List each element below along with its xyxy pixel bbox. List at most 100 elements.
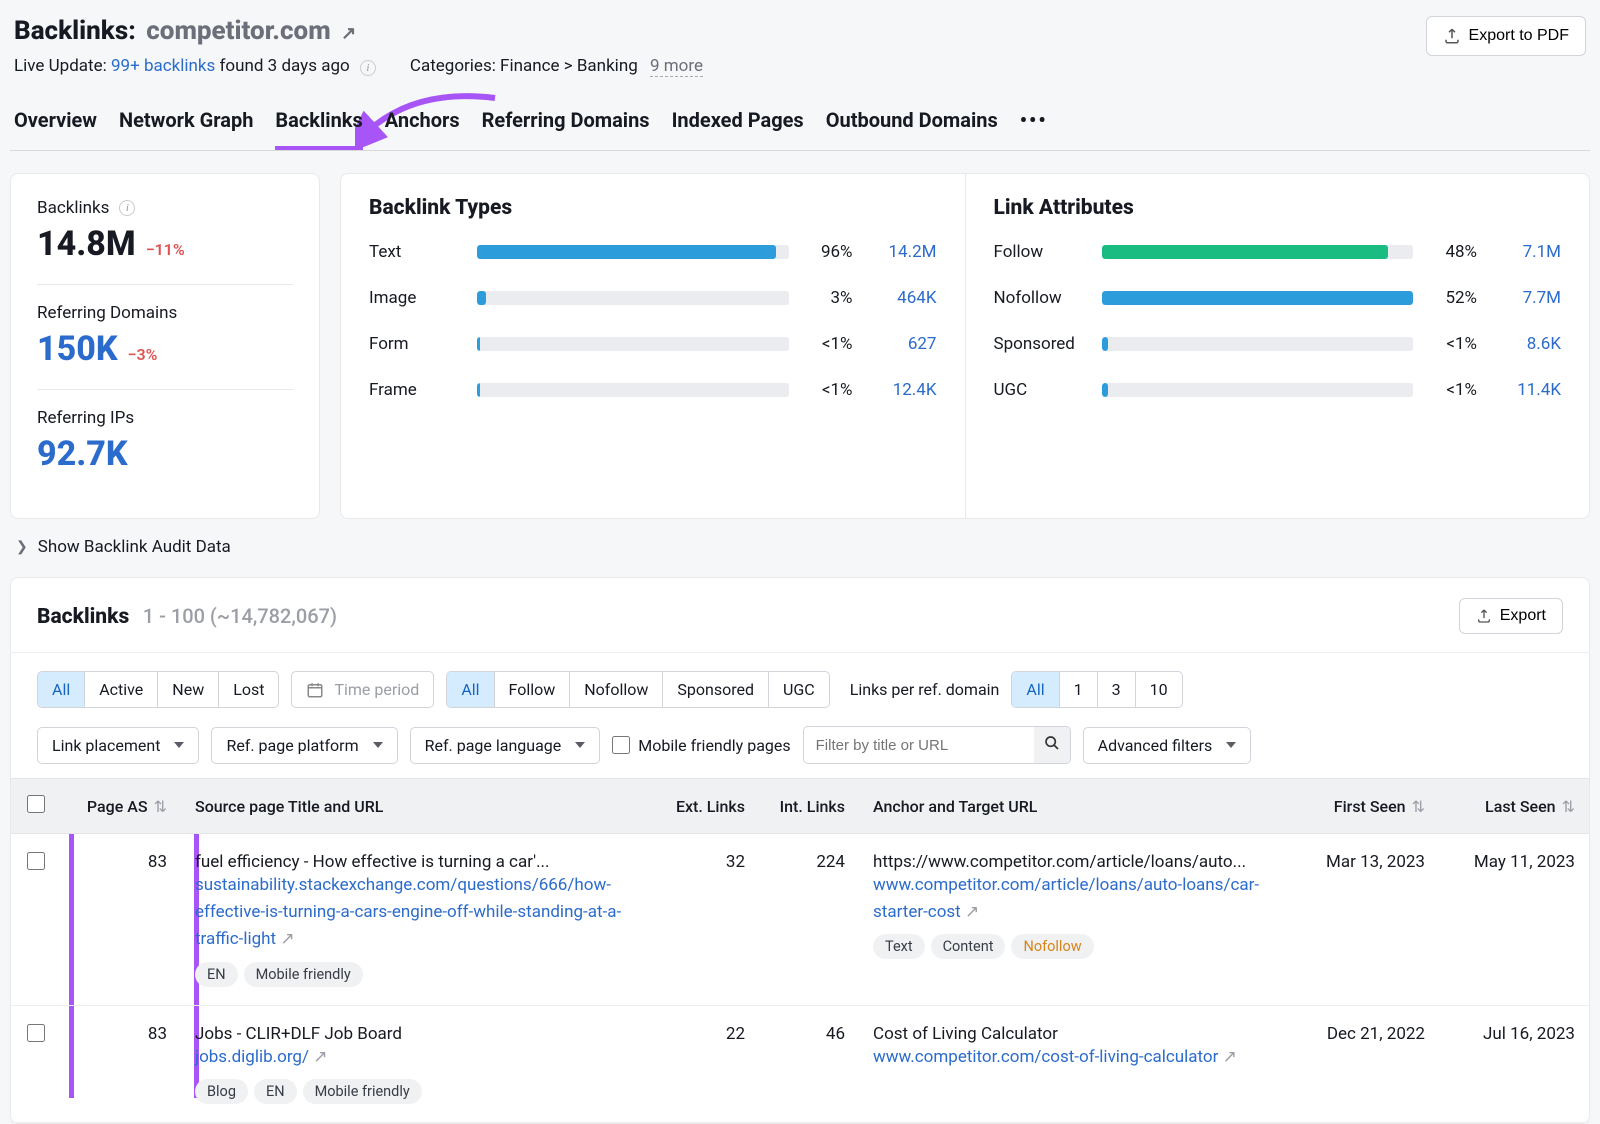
stat-row: Image 3% 464K bbox=[369, 288, 937, 308]
sort-icon: ⇅ bbox=[1562, 797, 1575, 816]
backlinks-table-title: Backlinks bbox=[37, 605, 129, 629]
seg-option[interactable]: All bbox=[447, 672, 494, 707]
export-button[interactable]: Export bbox=[1459, 598, 1563, 634]
col-anchor[interactable]: Anchor and Target URL bbox=[859, 779, 1289, 834]
stat-row: Form <1% 627 bbox=[369, 334, 937, 354]
links-per-domain-filter[interactable]: All1310 bbox=[1011, 671, 1182, 708]
info-icon[interactable]: i bbox=[360, 60, 376, 76]
target-url-link[interactable]: www.competitor.com/cost-of-living-calcul… bbox=[873, 1047, 1218, 1067]
row-checkbox[interactable] bbox=[27, 852, 45, 870]
seg-option[interactable]: Lost bbox=[219, 672, 278, 707]
follow-filter[interactable]: AllFollowNofollowSponsoredUGC bbox=[446, 671, 829, 708]
tab-backlinks[interactable]: Backlinks bbox=[275, 108, 362, 150]
stat-count-link[interactable]: 7.1M bbox=[1497, 242, 1561, 262]
seg-option[interactable]: UGC bbox=[769, 672, 829, 707]
tab-referring-domains[interactable]: Referring Domains bbox=[482, 108, 650, 150]
cell-last-seen: May 11, 2023 bbox=[1439, 834, 1589, 1006]
seg-option[interactable]: Sponsored bbox=[663, 672, 769, 707]
ref-language-dropdown[interactable]: Ref. page language bbox=[410, 727, 601, 764]
stat-count-link[interactable]: 11.4K bbox=[1497, 380, 1561, 400]
advanced-filters-dropdown[interactable]: Advanced filters bbox=[1083, 727, 1252, 764]
chevron-down-icon bbox=[1226, 742, 1236, 748]
seg-option[interactable]: 1 bbox=[1060, 672, 1098, 707]
chevron-down-icon bbox=[373, 742, 383, 748]
tabs: Overview Network Graph Backlinks Anchors Ref… bbox=[10, 108, 1590, 151]
search-input[interactable] bbox=[804, 728, 1034, 763]
tag-pill: EN bbox=[254, 1079, 297, 1104]
stat-label: Follow bbox=[994, 242, 1082, 262]
stat-row: Follow 48% 7.1M bbox=[994, 242, 1562, 262]
tab-overview[interactable]: Overview bbox=[14, 108, 97, 150]
categories: Categories: Finance > Banking 9 more bbox=[410, 56, 703, 76]
col-source[interactable]: Source page Title and URL bbox=[181, 779, 659, 834]
tab-network-graph[interactable]: Network Graph bbox=[119, 108, 253, 150]
stat-count-link[interactable]: 12.4K bbox=[873, 380, 937, 400]
seg-option[interactable]: Follow bbox=[495, 672, 571, 707]
stat-pct: 48% bbox=[1433, 242, 1477, 262]
external-link-icon[interactable]: ↗ bbox=[341, 23, 356, 44]
seg-option[interactable]: 3 bbox=[1098, 672, 1136, 707]
stat-count-link[interactable]: 7.7M bbox=[1497, 288, 1561, 308]
more-tabs-button[interactable]: ••• bbox=[1020, 108, 1048, 150]
time-period-filter[interactable]: Time period bbox=[291, 671, 434, 708]
backlinks-found-link[interactable]: 99+ backlinks bbox=[111, 56, 215, 76]
stat-count-link[interactable]: 8.6K bbox=[1497, 334, 1561, 354]
seg-option[interactable]: All bbox=[1012, 672, 1059, 707]
stat-row: Text 96% 14.2M bbox=[369, 242, 937, 262]
seg-option[interactable]: Active bbox=[85, 672, 158, 707]
metric-ref-ips-value[interactable]: 92.7K bbox=[37, 434, 128, 474]
target-url-link[interactable]: www.competitor.com/article/loans/auto-lo… bbox=[873, 875, 1259, 922]
stat-label: Frame bbox=[369, 380, 457, 400]
cell-ext-links: 32 bbox=[659, 834, 759, 1006]
external-link-icon[interactable]: ↗ bbox=[280, 929, 294, 949]
tab-indexed-pages[interactable]: Indexed Pages bbox=[672, 108, 804, 150]
ref-platform-dropdown[interactable]: Ref. page platform bbox=[211, 727, 397, 764]
export-pdf-button[interactable]: Export to PDF bbox=[1426, 16, 1586, 56]
page-title: Backlinks: competitor.com ↗ bbox=[14, 16, 703, 46]
stat-pct: <1% bbox=[1433, 334, 1477, 354]
col-first-seen[interactable]: First Seen⇅ bbox=[1289, 779, 1439, 834]
tab-outbound-domains[interactable]: Outbound Domains bbox=[826, 108, 998, 150]
tag-pill: Blog bbox=[195, 1079, 248, 1104]
source-title: fuel efficiency - How effective is turni… bbox=[195, 852, 645, 872]
status-filter[interactable]: AllActiveNewLost bbox=[37, 671, 279, 708]
show-audit-toggle[interactable]: ❯ Show Backlink Audit Data bbox=[10, 537, 1590, 557]
tab-anchors[interactable]: Anchors bbox=[385, 108, 460, 150]
seg-option[interactable]: New bbox=[158, 672, 219, 707]
seg-option[interactable]: 10 bbox=[1136, 672, 1182, 707]
source-url-link[interactable]: sustainability.stackexchange.com/questio… bbox=[195, 875, 621, 949]
live-update: Live Update: 99+ backlinks found 3 days … bbox=[14, 56, 376, 76]
stat-count-link[interactable]: 464K bbox=[873, 288, 937, 308]
stat-row: Frame <1% 12.4K bbox=[369, 380, 937, 400]
col-int-links[interactable]: Int. Links bbox=[759, 779, 859, 834]
stat-label: Nofollow bbox=[994, 288, 1082, 308]
mobile-friendly-checkbox[interactable]: Mobile friendly pages bbox=[612, 736, 790, 755]
table-row: 83 Jobs - CLIR+DLF Job Board jobs.diglib… bbox=[11, 1005, 1589, 1122]
stat-count-link[interactable]: 627 bbox=[873, 334, 937, 354]
search-button[interactable] bbox=[1034, 727, 1070, 763]
source-url-link[interactable]: jobs.diglib.org/ bbox=[195, 1047, 309, 1067]
metric-ref-domains-value[interactable]: 150K bbox=[37, 329, 118, 369]
info-icon[interactable]: i bbox=[119, 200, 135, 216]
link-placement-dropdown[interactable]: Link placement bbox=[37, 727, 199, 764]
external-link-icon[interactable]: ↗ bbox=[965, 902, 979, 922]
row-checkbox[interactable] bbox=[27, 1024, 45, 1042]
col-ext-links[interactable]: Ext. Links bbox=[659, 779, 759, 834]
cell-first-seen: Mar 13, 2023 bbox=[1289, 834, 1439, 1006]
external-link-icon[interactable]: ↗ bbox=[313, 1047, 327, 1067]
links-per-domain-label: Links per ref. domain bbox=[850, 680, 1000, 699]
col-page-as[interactable]: Page AS⇅ bbox=[61, 779, 181, 834]
metric-ref-domains-label: Referring Domains bbox=[37, 303, 293, 323]
more-categories-link[interactable]: 9 more bbox=[650, 56, 703, 77]
col-last-seen[interactable]: Last Seen⇅ bbox=[1439, 779, 1589, 834]
source-title: Jobs - CLIR+DLF Job Board bbox=[195, 1024, 645, 1044]
select-all-checkbox[interactable] bbox=[27, 795, 45, 813]
seg-option[interactable]: Nofollow bbox=[570, 672, 663, 707]
cell-first-seen: Dec 21, 2022 bbox=[1289, 1005, 1439, 1122]
cell-int-links: 224 bbox=[759, 834, 859, 1006]
seg-option[interactable]: All bbox=[38, 672, 85, 707]
metric-ref-ips-label: Referring IPs bbox=[37, 408, 293, 428]
calendar-icon bbox=[306, 681, 324, 699]
stat-count-link[interactable]: 14.2M bbox=[873, 242, 937, 262]
external-link-icon[interactable]: ↗ bbox=[1223, 1047, 1237, 1067]
